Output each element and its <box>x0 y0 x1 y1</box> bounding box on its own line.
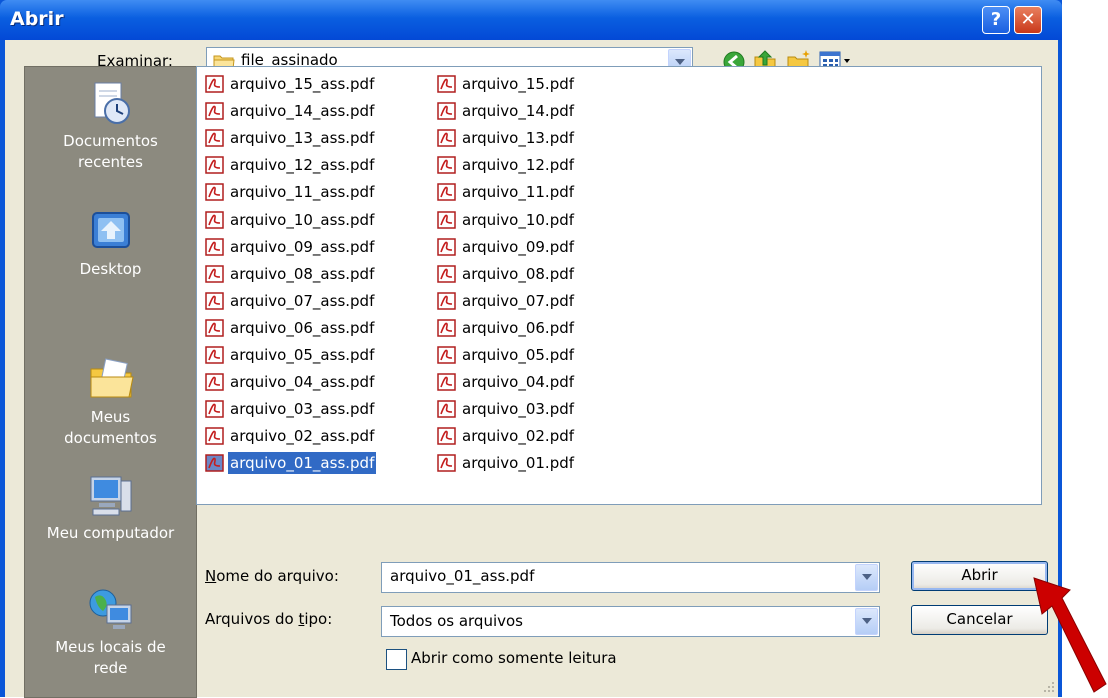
file-name: arquivo_07.pdf <box>462 292 575 310</box>
place-label-line1: Documentos <box>63 132 158 150</box>
file-name: arquivo_04_ass.pdf <box>230 373 375 391</box>
file-name: arquivo_11_ass.pdf <box>230 183 375 201</box>
readonly-label: Abrir como somente leitura <box>411 649 617 667</box>
file-name: arquivo_09_ass.pdf <box>230 238 375 256</box>
file-name: arquivo_07_ass.pdf <box>230 292 375 310</box>
title-bar[interactable]: Abrir ? ✕ <box>0 0 1062 40</box>
places-bar: Documentos recentes Desktop Meus documen… <box>24 66 197 698</box>
place-my-computer[interactable]: Meu computador <box>25 471 196 544</box>
pdf-file-icon <box>437 292 456 310</box>
place-label-line1: Desktop <box>79 260 142 278</box>
file-name: arquivo_14_ass.pdf <box>230 102 375 120</box>
file-name: arquivo_15_ass.pdf <box>230 75 375 93</box>
place-recent-documents[interactable]: Documentos recentes <box>25 79 196 173</box>
readonly-checkbox[interactable] <box>386 649 407 670</box>
pdf-file-icon <box>437 373 456 391</box>
file-name: arquivo_14.pdf <box>462 102 575 120</box>
pdf-file-icon <box>205 427 224 445</box>
file-name: arquivo_13_ass.pdf <box>230 129 375 147</box>
annotation-arrow-icon <box>1033 577 1107 693</box>
place-label-line1: Meus <box>90 408 131 426</box>
pdf-file-icon <box>205 156 224 174</box>
pdf-file-icon <box>437 265 456 283</box>
place-label-line2: recentes <box>78 153 143 171</box>
file-name: arquivo_12_ass.pdf <box>230 156 375 174</box>
file-name: arquivo_03.pdf <box>462 400 575 418</box>
filename-combo[interactable]: arquivo_01_ass.pdf <box>381 562 880 593</box>
open-button[interactable]: Abrir <box>911 561 1048 591</box>
file-name: arquivo_08.pdf <box>462 265 575 283</box>
pdf-file-icon <box>437 102 456 120</box>
pdf-file-icon <box>437 319 456 337</box>
file-name: arquivo_15.pdf <box>462 75 575 93</box>
file-name: arquivo_06_ass.pdf <box>230 319 375 337</box>
pdf-file-icon <box>437 156 456 174</box>
file-name: arquivo_11.pdf <box>462 183 575 201</box>
pdf-file-icon <box>437 238 456 256</box>
my-documents-icon <box>90 358 134 398</box>
filetype-combo[interactable]: Todos os arquivos <box>381 606 880 637</box>
pdf-file-icon <box>205 238 224 256</box>
my-computer-icon <box>90 476 131 516</box>
pdf-file-icon <box>437 427 456 445</box>
pdf-file-icon <box>205 454 224 472</box>
place-my-documents[interactable]: Meus documentos <box>25 355 196 449</box>
pdf-file-icon <box>205 319 224 337</box>
pdf-file-icon <box>205 75 224 93</box>
file-name: arquivo_01_ass.pdf <box>228 452 377 474</box>
pdf-file-icon <box>437 400 456 418</box>
filename-label: Nome do arquivo: <box>205 567 339 585</box>
file-name: arquivo_03_ass.pdf <box>230 400 375 418</box>
network-places-icon <box>89 589 131 629</box>
file-name: arquivo_12.pdf <box>462 156 575 174</box>
filetype-value: Todos os arquivos <box>390 612 523 630</box>
pdf-file-icon <box>205 346 224 364</box>
place-label-line1: Meu computador <box>46 524 175 542</box>
filename-input[interactable]: arquivo_01_ass.pdf <box>390 567 534 585</box>
pdf-file-icon <box>437 129 456 147</box>
help-button[interactable]: ? <box>982 6 1010 34</box>
pdf-file-icon <box>437 183 456 201</box>
place-desktop[interactable]: Desktop <box>25 207 196 280</box>
pdf-file-icon <box>437 454 456 472</box>
pdf-file-icon <box>437 211 456 229</box>
file-name: arquivo_10.pdf <box>462 211 575 229</box>
pdf-file-icon <box>205 183 224 201</box>
file-name: arquivo_05.pdf <box>462 346 575 364</box>
chevron-down-icon[interactable] <box>855 564 878 591</box>
file-name: arquivo_02_ass.pdf <box>230 427 375 445</box>
pdf-file-icon <box>205 400 224 418</box>
chevron-down-icon[interactable] <box>855 608 878 635</box>
place-label-line2: rede <box>93 659 128 677</box>
place-network[interactable]: Meus locais de rede <box>25 585 196 679</box>
filetype-label: Arquivos do tipo: <box>205 610 333 628</box>
file-name: arquivo_04.pdf <box>462 373 575 391</box>
file-name: arquivo_10_ass.pdf <box>230 211 375 229</box>
pdf-file-icon <box>205 129 224 147</box>
pdf-file-icon <box>205 373 224 391</box>
pdf-file-icon <box>205 265 224 283</box>
recent-documents-icon <box>94 82 130 124</box>
file-name: arquivo_13.pdf <box>462 129 575 147</box>
dialog-title: Abrir <box>10 8 64 30</box>
place-label-line1: Meus locais de <box>55 638 166 656</box>
pdf-file-icon <box>205 292 224 310</box>
file-list[interactable]: arquivo_15_ass.pdf arquivo_14_ass.pdf arqu… <box>196 66 1042 505</box>
close-button[interactable]: ✕ <box>1014 6 1042 34</box>
file-name: arquivo_05_ass.pdf <box>230 346 375 364</box>
pdf-file-icon <box>205 211 224 229</box>
file-name: arquivo_09.pdf <box>462 238 575 256</box>
cancel-button[interactable]: Cancelar <box>911 605 1048 635</box>
place-label-line2: documentos <box>64 429 157 447</box>
pdf-file-icon <box>437 346 456 364</box>
pdf-file-icon <box>205 102 224 120</box>
file-name: arquivo_02.pdf <box>462 427 575 445</box>
file-name: arquivo_08_ass.pdf <box>230 265 375 283</box>
pdf-file-icon <box>437 75 456 93</box>
file-name: arquivo_01.pdf <box>462 454 575 472</box>
desktop-icon <box>91 212 130 248</box>
file-name: arquivo_06.pdf <box>462 319 575 337</box>
